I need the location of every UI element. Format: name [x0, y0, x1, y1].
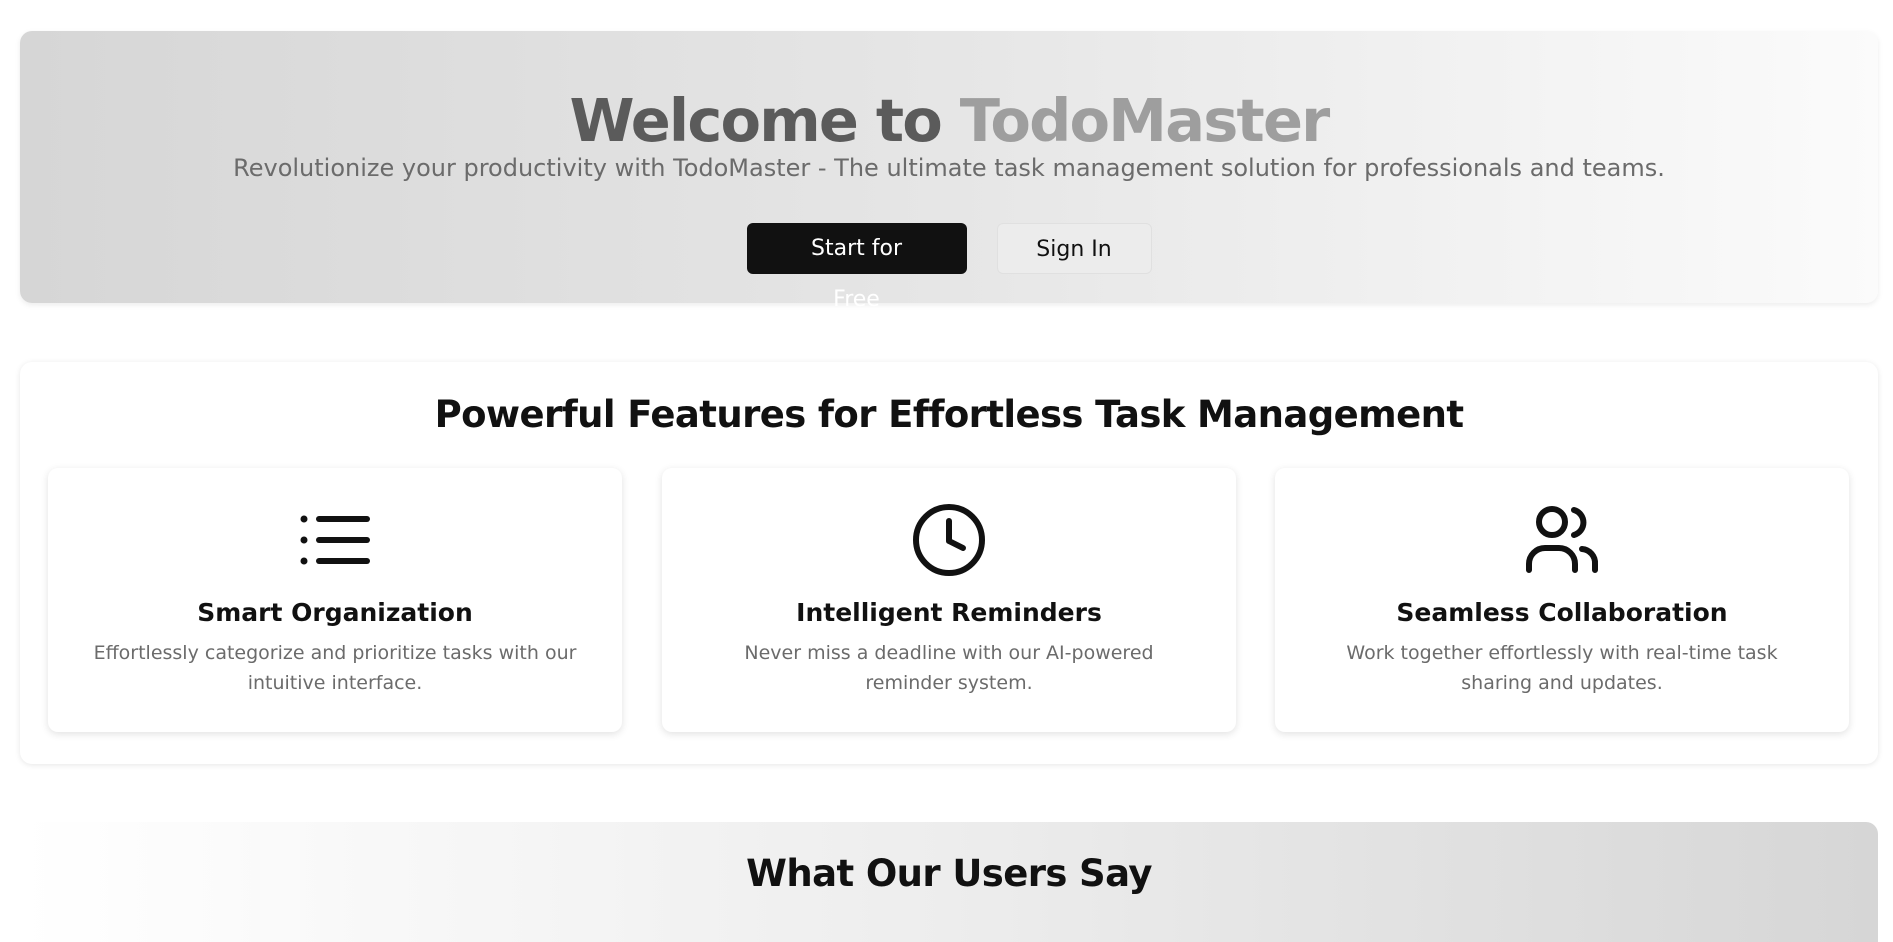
features-section: Powerful Features for Effortless Task Ma…	[20, 362, 1878, 764]
feature-card-description: Work together effortlessly with real-tim…	[1346, 642, 1778, 694]
hero-title-welcome: Welcome to	[569, 86, 943, 155]
feature-card-seamless-collaboration: Seamless Collaboration Work together eff…	[1275, 468, 1849, 732]
list-icon	[48, 502, 622, 578]
testimonials-title: What Our Users Say	[746, 852, 1152, 895]
feature-card-title: Seamless Collaboration	[1396, 598, 1728, 627]
testimonials-section: What Our Users Say	[20, 822, 1878, 942]
feature-card-intelligent-reminders: Intelligent Reminders Never miss a deadl…	[662, 468, 1236, 732]
hero-subtitle: Revolutionize your productivity with Tod…	[233, 154, 1665, 182]
users-icon	[1275, 502, 1849, 578]
sign-in-button[interactable]: Sign In	[996, 223, 1152, 274]
feature-card-description: Effortlessly categorize and prioritize t…	[93, 642, 577, 694]
clock-icon	[662, 502, 1236, 578]
hero-buttons: Start for Free Sign In	[20, 223, 1878, 312]
feature-card-title: Intelligent Reminders	[796, 598, 1102, 627]
start-for-free-button[interactable]: Start for Free	[746, 223, 967, 312]
hero-title-brand: TodoMaster	[959, 86, 1330, 155]
hero-title: Welcome to TodoMaster	[20, 83, 1878, 159]
features-title: Powerful Features for Effortless Task Ma…	[434, 393, 1464, 436]
feature-card-title: Smart Organization	[197, 598, 473, 627]
feature-card-smart-organization: Smart Organization Effortlessly categori…	[48, 468, 622, 732]
hero-section: Welcome to TodoMaster Revolutionize your…	[20, 31, 1878, 312]
feature-card-description: Never miss a deadline with our AI-powere…	[744, 642, 1154, 694]
